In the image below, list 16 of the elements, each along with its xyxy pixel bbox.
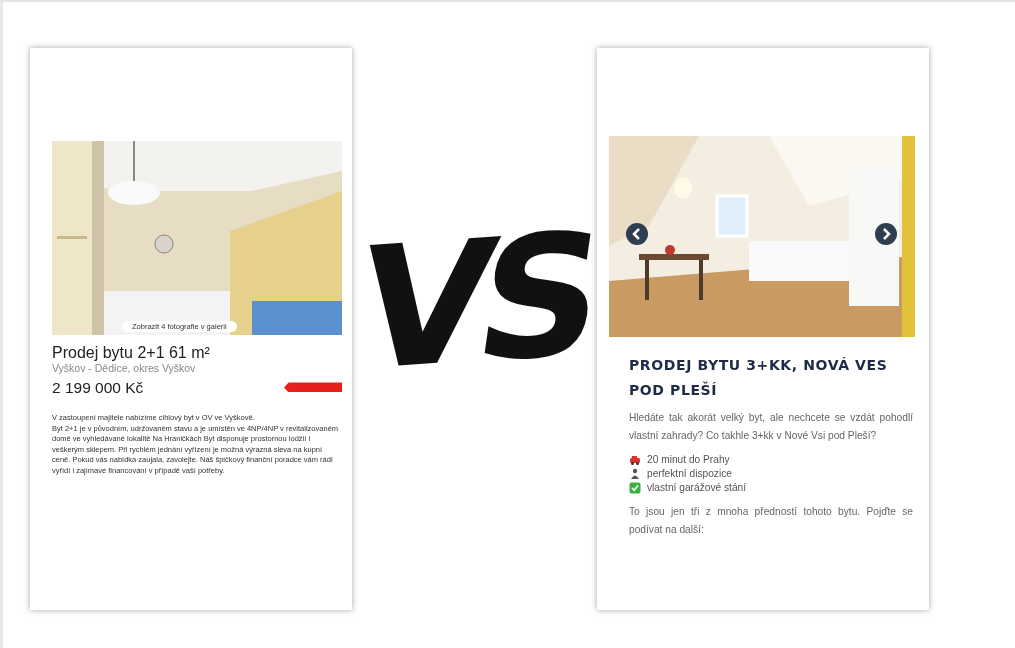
outro-text: To jsou jen tři z mnoha předností tohoto bytu. Pojďte se podívat na další: <box>629 505 913 537</box>
car-icon <box>629 454 641 466</box>
check-icon <box>629 482 641 494</box>
tag-label <box>284 382 342 393</box>
vs-mark: VS <box>348 209 601 395</box>
location-text: Vyškov - Dědice, okres Vyškov <box>52 362 197 376</box>
previous-icon[interactable] <box>626 223 648 245</box>
price-text: 2 199 000 Kč <box>52 377 144 398</box>
listing-title: PRODEJ BYTU 3+KK, NOVÁ VES POD PLEŠÍ <box>629 356 889 400</box>
feature-text: 20 minut do Prahy <box>647 453 730 467</box>
next-icon[interactable] <box>875 223 897 245</box>
feature-text: perfektní dispozice <box>647 467 732 481</box>
person-icon <box>629 468 641 480</box>
feature-text: vlastní garážové stání <box>647 481 747 495</box>
intro-text: Hledáte tak akorát velký byt, ale nechcete se vzdát pohodlí vlastní zahrady? Co takhle 3+kk v Nové Vsi pod Pleší? <box>629 411 913 443</box>
listing-title: Prodej bytu 2+1 61 m² <box>52 343 211 363</box>
